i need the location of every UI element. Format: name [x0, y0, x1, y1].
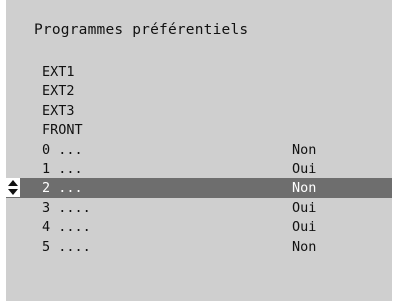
item-value: Oui [292, 219, 317, 236]
list-item-program-1[interactable]: 1 ... Oui [6, 159, 392, 178]
item-label: 5 .... [42, 238, 91, 255]
item-label: EXT2 [42, 83, 75, 100]
item-label: EXT3 [42, 102, 75, 119]
menu-panel: Programmes préférentiels EXT1 EXT2 EXT3 … [6, 0, 392, 301]
up-down-arrows-icon [6, 178, 20, 198]
menu-title: Programmes préférentiels [34, 22, 249, 38]
item-label: 3 .... [42, 199, 91, 216]
program-list: EXT1 EXT2 EXT3 FRONT 0 ... Non 1 ... Oui [6, 62, 392, 256]
item-label: 4 .... [42, 219, 91, 236]
list-item-program-5[interactable]: 5 .... Non [6, 237, 392, 256]
item-label: 2 ... [42, 180, 83, 197]
item-label: 0 ... [42, 141, 83, 158]
list-item-ext3[interactable]: EXT3 [6, 101, 392, 120]
item-label: EXT1 [42, 64, 75, 80]
item-value: Oui [292, 160, 317, 177]
item-value: Oui [292, 199, 317, 216]
list-item-ext1[interactable]: EXT1 [6, 62, 392, 81]
list-item-program-4[interactable]: 4 .... Oui [6, 217, 392, 236]
list-item-ext2[interactable]: EXT2 [6, 81, 392, 100]
item-value: Non [292, 180, 317, 197]
list-item-program-2[interactable]: 2 ... Non [6, 178, 392, 198]
list-item-program-0[interactable]: 0 ... Non [6, 140, 392, 159]
list-item-front[interactable]: FRONT [6, 120, 392, 139]
item-label: 1 ... [42, 160, 83, 177]
item-value: Non [292, 141, 317, 158]
item-label: FRONT [42, 122, 83, 139]
list-item-program-3[interactable]: 3 .... Oui [6, 198, 392, 217]
item-value: Non [292, 238, 317, 255]
